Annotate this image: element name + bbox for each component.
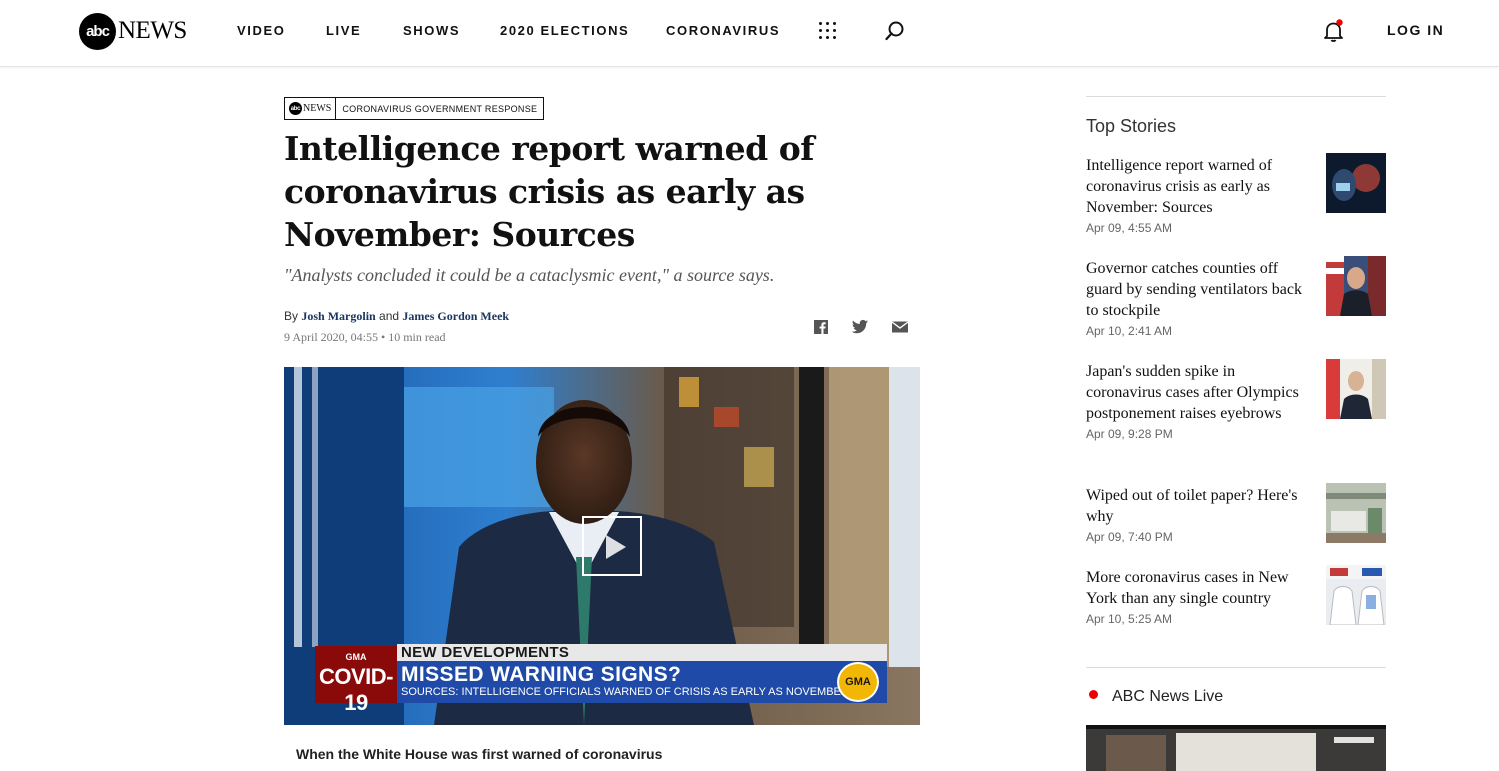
- story-title[interactable]: Wiped out of toilet paper? Here's why: [1086, 485, 1314, 527]
- live-video-frame: [1086, 725, 1386, 771]
- video-caption: When the White House was first warned of…: [296, 746, 663, 762]
- tag-abc-logo: abc NEWS: [285, 98, 337, 119]
- read-time: • 10 min read: [381, 330, 446, 344]
- story-time: Apr 09, 4:55 AM: [1086, 221, 1173, 235]
- top-story-item[interactable]: Governor catches counties off guard by s…: [1086, 256, 1386, 338]
- nav-video[interactable]: VIDEO: [237, 23, 285, 38]
- tag-logo-circle: abc: [289, 102, 302, 115]
- top-story-item[interactable]: Japan's sudden spike in coronavirus case…: [1086, 359, 1386, 441]
- covid-label: COVID-19: [319, 664, 394, 715]
- news-wordmark: NEWS: [118, 17, 187, 44]
- facebook-share-icon[interactable]: [812, 319, 830, 335]
- nav-shows[interactable]: SHOWS: [403, 23, 460, 38]
- covid-gma-label: GMA: [345, 652, 367, 662]
- chyron-title: MISSED WARNING SIGNS?: [401, 663, 682, 686]
- abc-news-live-title[interactable]: ABC News Live: [1112, 688, 1223, 706]
- gma-logo: GMA: [837, 662, 879, 702]
- live-indicator-icon: [1089, 690, 1098, 699]
- email-share-icon[interactable]: [891, 319, 909, 335]
- live-video-thumbnail[interactable]: [1086, 725, 1386, 771]
- chyron-top: NEW DEVELOPMENTS: [397, 644, 887, 661]
- chyron-main: MISSED WARNING SIGNS? SOURCES: INTELLIGE…: [397, 661, 887, 703]
- story-title[interactable]: Intelligence report warned of coronaviru…: [1086, 155, 1314, 218]
- covid-badge: GMA COVID-19: [315, 646, 397, 715]
- publish-date: 9 April 2020, 04:55: [284, 330, 379, 344]
- chyron-subtitle: SOURCES: INTELLIGENCE OFFICIALS WARNED O…: [401, 686, 849, 698]
- video-player[interactable]: GMA COVID-19 NEW DEVELOPMENTS MISSED WAR…: [284, 367, 920, 725]
- top-story-item[interactable]: More coronavirus cases in New York than …: [1086, 565, 1386, 626]
- story-thumbnail[interactable]: [1326, 359, 1386, 419]
- tag-logo-news: NEWS: [303, 103, 332, 114]
- top-story-item[interactable]: Wiped out of toilet paper? Here's why Ap…: [1086, 483, 1386, 544]
- top-stories-title: Top Stories: [1086, 116, 1177, 136]
- notification-bell-icon[interactable]: [1321, 18, 1347, 44]
- search-icon[interactable]: [884, 20, 906, 42]
- story-time: Apr 09, 9:28 PM: [1086, 427, 1173, 441]
- twitter-share-icon[interactable]: [851, 319, 869, 335]
- story-title[interactable]: Governor catches counties off guard by s…: [1086, 258, 1314, 321]
- login-button[interactable]: LOG IN: [1387, 22, 1444, 38]
- dateline: 9 April 2020, 04:55 • 10 min read: [284, 330, 446, 345]
- nav-2020-elections[interactable]: 2020 ELECTIONS: [500, 23, 629, 38]
- menu-grid-icon[interactable]: [819, 22, 837, 40]
- author-link-1[interactable]: Josh Margolin: [301, 309, 375, 323]
- sidebar-divider: [1086, 667, 1386, 668]
- article-headline: Intelligence report warned of coronaviru…: [284, 129, 814, 254]
- story-thumbnail[interactable]: [1326, 153, 1386, 213]
- byline-and: and: [379, 309, 400, 323]
- site-header: abc NEWS VIDEO LIVE SHOWS 2020 ELECTIONS…: [0, 0, 1499, 67]
- tag-label: CORONAVIRUS GOVERNMENT RESPONSE: [342, 103, 538, 114]
- article-subhead: "Analysts concluded it could be a catacl…: [284, 265, 775, 285]
- byline-prefix: By: [284, 309, 299, 323]
- story-time: Apr 10, 2:41 AM: [1086, 324, 1173, 338]
- abc-news-logo[interactable]: abc NEWS: [79, 12, 187, 50]
- story-title[interactable]: Japan's sudden spike in coronavirus case…: [1086, 361, 1314, 424]
- abc-logo-circle: abc: [79, 12, 116, 50]
- byline: By Josh Margolin and James Gordon Meek: [284, 309, 509, 324]
- story-title[interactable]: More coronavirus cases in New York than …: [1086, 567, 1314, 609]
- story-thumbnail[interactable]: [1326, 565, 1386, 625]
- author-link-2[interactable]: James Gordon Meek: [402, 309, 509, 323]
- nav-live[interactable]: LIVE: [326, 23, 361, 38]
- play-button[interactable]: [582, 516, 642, 576]
- sidebar-divider: [1086, 96, 1386, 97]
- nav-coronavirus[interactable]: CORONAVIRUS: [666, 23, 780, 38]
- story-thumbnail[interactable]: [1326, 256, 1386, 316]
- story-thumbnail[interactable]: [1326, 483, 1386, 543]
- top-story-item[interactable]: Intelligence report warned of coronaviru…: [1086, 153, 1386, 235]
- section-tag[interactable]: abc NEWS CORONAVIRUS GOVERNMENT RESPONSE: [284, 97, 545, 120]
